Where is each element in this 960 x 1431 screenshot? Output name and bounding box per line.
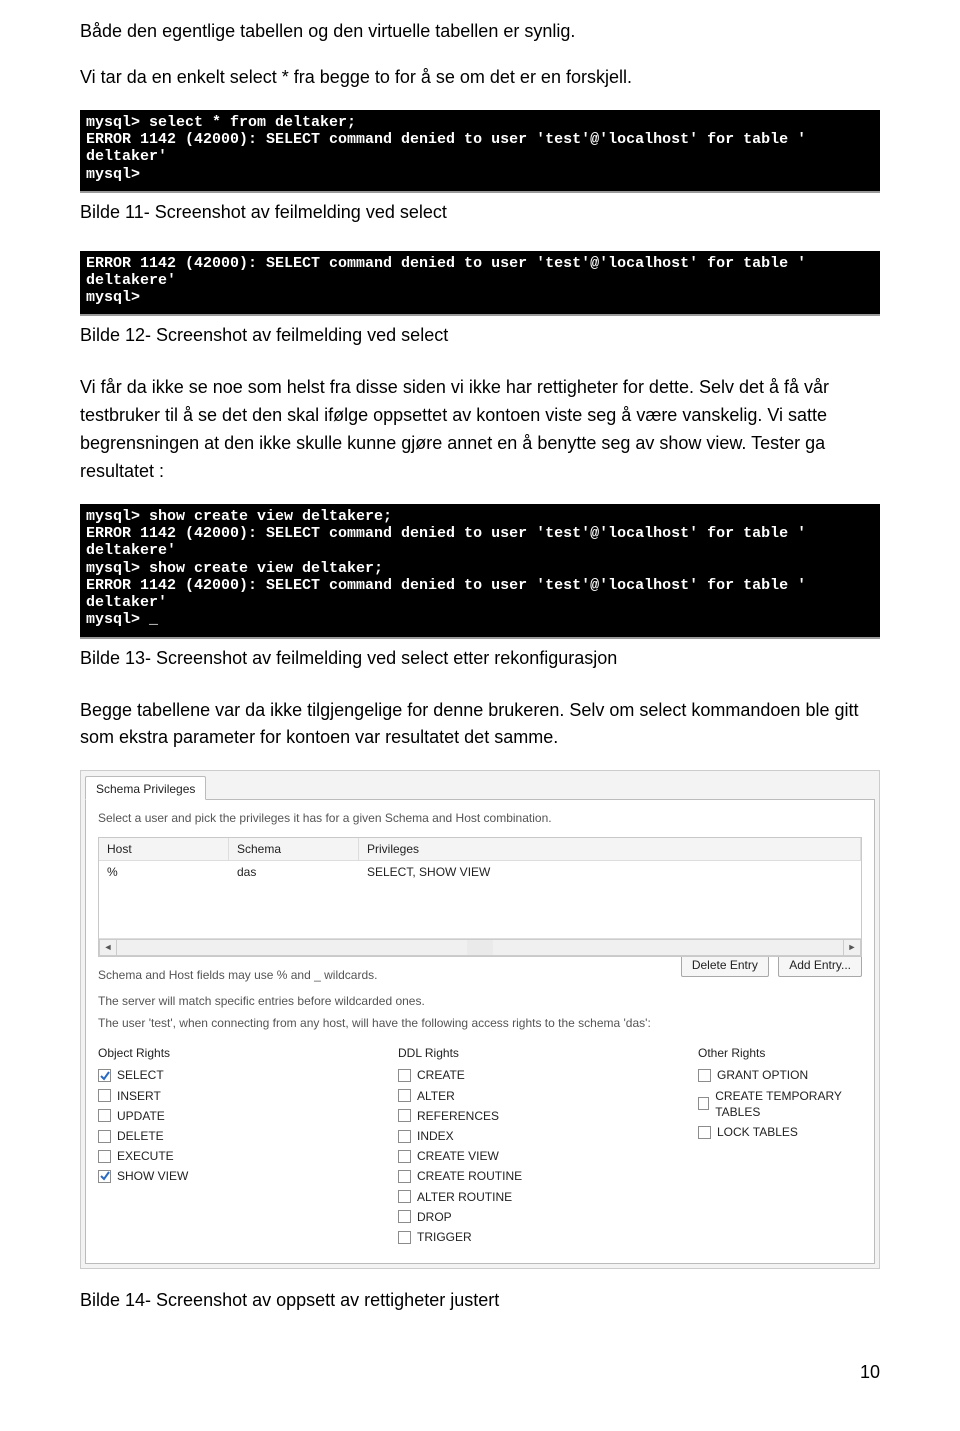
scroll-left-icon[interactable]: ◄	[99, 939, 117, 956]
cell-priv: SELECT, SHOW VIEW	[359, 861, 861, 883]
checkbox-row[interactable]: TRIGGER	[398, 1229, 698, 1245]
checkbox-icon[interactable]	[98, 1089, 111, 1102]
priv-grid[interactable]: Host Schema Privileges % das SELECT, SHO…	[98, 837, 862, 957]
terminal-1: mysql> select * from deltaker; ERROR 114…	[80, 110, 880, 193]
checkbox-row[interactable]: SELECT	[98, 1067, 398, 1083]
checkbox-icon[interactable]	[698, 1126, 711, 1139]
intro-p2: Vi tar da en enkelt select * fra begge t…	[80, 64, 880, 92]
head-ddl-rights: DDL Rights	[398, 1045, 698, 1061]
checkbox-icon[interactable]	[98, 1150, 111, 1163]
delete-entry-button[interactable]: Delete Entry	[681, 957, 769, 977]
checkbox-icon[interactable]	[398, 1170, 411, 1183]
caption-11: Bilde 11- Screenshot av feilmelding ved …	[80, 199, 880, 227]
checkbox-icon[interactable]	[398, 1069, 411, 1082]
checkbox-row[interactable]: CREATE VIEW	[398, 1148, 698, 1164]
checkbox-row[interactable]: GRANT OPTION	[698, 1067, 862, 1083]
col-other-rights: GRANT OPTION CREATE TEMPORARY TABLES LOCK …	[698, 1067, 862, 1249]
checkbox-row[interactable]: EXECUTE	[98, 1148, 398, 1164]
checkbox-row[interactable]: INDEX	[398, 1128, 698, 1144]
intro-p1: Både den egentlige tabellen og den virtu…	[80, 18, 880, 46]
caption-14: Bilde 14- Screenshot av oppsett av retti…	[80, 1287, 880, 1315]
checkbox-label: DROP	[417, 1209, 452, 1225]
checkbox-row[interactable]: ALTER ROUTINE	[398, 1189, 698, 1205]
caption-13: Bilde 13- Screenshot av feilmelding ved …	[80, 645, 880, 673]
terminal-2: ERROR 1142 (42000): SELECT command denie…	[80, 251, 880, 317]
checkbox-label: GRANT OPTION	[717, 1067, 808, 1083]
checkbox-row[interactable]: LOCK TABLES	[698, 1124, 862, 1140]
checkbox-row[interactable]: CREATE TEMPORARY TABLES	[698, 1088, 862, 1120]
checkbox-label: EXECUTE	[117, 1148, 174, 1164]
cell-host: %	[99, 861, 229, 883]
checkbox-icon[interactable]	[398, 1109, 411, 1122]
checkbox-label: INSERT	[117, 1088, 161, 1104]
horiz-scrollbar[interactable]: ◄ ►	[99, 938, 861, 956]
checkbox-icon[interactable]	[398, 1190, 411, 1203]
checkbox-icon[interactable]	[98, 1130, 111, 1143]
checkbox-row[interactable]: DROP	[398, 1209, 698, 1225]
checkbox-icon[interactable]	[98, 1069, 111, 1082]
col-host-header[interactable]: Host	[99, 838, 229, 861]
head-other-rights: Other Rights	[698, 1045, 862, 1061]
cell-schema: das	[229, 861, 359, 883]
checkbox-label: SELECT	[117, 1067, 164, 1083]
head-object-rights: Object Rights	[98, 1045, 398, 1061]
checkbox-icon[interactable]	[398, 1231, 411, 1244]
checkbox-icon[interactable]	[98, 1170, 111, 1183]
tab-schema-privileges[interactable]: Schema Privileges	[85, 776, 206, 800]
checkbox-icon[interactable]	[98, 1109, 111, 1122]
checkbox-icon[interactable]	[398, 1089, 411, 1102]
checkbox-label: CREATE VIEW	[417, 1148, 499, 1164]
scroll-thumb[interactable]	[467, 939, 493, 956]
checkbox-label: ALTER	[417, 1088, 455, 1104]
checkbox-icon[interactable]	[398, 1150, 411, 1163]
page-number: 10	[80, 1339, 880, 1387]
checkbox-label: UPDATE	[117, 1108, 165, 1124]
hint-text: Select a user and pick the privileges it…	[98, 810, 862, 826]
checkbox-label: TRIGGER	[417, 1229, 472, 1245]
note-2: The server will match specific entries b…	[98, 993, 862, 1009]
checkbox-icon[interactable]	[398, 1130, 411, 1143]
checkbox-row[interactable]: CREATE ROUTINE	[398, 1168, 698, 1184]
mid-paragraph: Vi får da ikke se noe som helst fra diss…	[80, 374, 880, 486]
col-ddl-rights: CREATE ALTER REFERENCES INDEX CREATE VIEW CRE…	[398, 1067, 698, 1249]
checkbox-label: ALTER ROUTINE	[417, 1189, 512, 1205]
col-schema-header[interactable]: Schema	[229, 838, 359, 861]
after-paragraph: Begge tabellene var da ikke tilgjengelig…	[80, 697, 880, 753]
checkbox-label: SHOW VIEW	[117, 1168, 188, 1184]
checkbox-icon[interactable]	[698, 1069, 711, 1082]
caption-12: Bilde 12- Screenshot av feilmelding ved …	[80, 322, 880, 350]
checkbox-label: CREATE ROUTINE	[417, 1168, 522, 1184]
checkbox-icon[interactable]	[698, 1097, 709, 1110]
checkbox-row[interactable]: SHOW VIEW	[98, 1168, 398, 1184]
checkbox-label: DELETE	[117, 1128, 164, 1144]
terminal-3: mysql> show create view deltakere; ERROR…	[80, 504, 880, 639]
checkbox-label: LOCK TABLES	[717, 1124, 798, 1140]
schema-privileges-panel: Schema Privileges Select a user and pick…	[80, 770, 880, 1269]
checkbox-row[interactable]: DELETE	[98, 1128, 398, 1144]
checkbox-icon[interactable]	[398, 1210, 411, 1223]
checkbox-row[interactable]: INSERT	[98, 1088, 398, 1104]
grid-row[interactable]: % das SELECT, SHOW VIEW	[99, 861, 861, 883]
scroll-right-icon[interactable]: ►	[843, 939, 861, 956]
checkbox-row[interactable]: UPDATE	[98, 1108, 398, 1124]
col-object-rights: SELECT INSERT UPDATE DELETE EXECUTE SHOW VIEW	[98, 1067, 398, 1249]
checkbox-row[interactable]: CREATE	[398, 1067, 698, 1083]
checkbox-label: REFERENCES	[417, 1108, 499, 1124]
checkbox-row[interactable]: REFERENCES	[398, 1108, 698, 1124]
col-priv-header[interactable]: Privileges	[359, 838, 861, 861]
checkbox-label: CREATE TEMPORARY TABLES	[715, 1088, 862, 1120]
add-entry-button[interactable]: Add Entry...	[778, 957, 862, 977]
priv-desc: The user 'test', when connecting from an…	[98, 1015, 862, 1031]
checkbox-row[interactable]: ALTER	[398, 1088, 698, 1104]
checkbox-label: CREATE	[417, 1067, 465, 1083]
checkbox-label: INDEX	[417, 1128, 454, 1144]
tab-bar: Schema Privileges	[81, 771, 879, 799]
